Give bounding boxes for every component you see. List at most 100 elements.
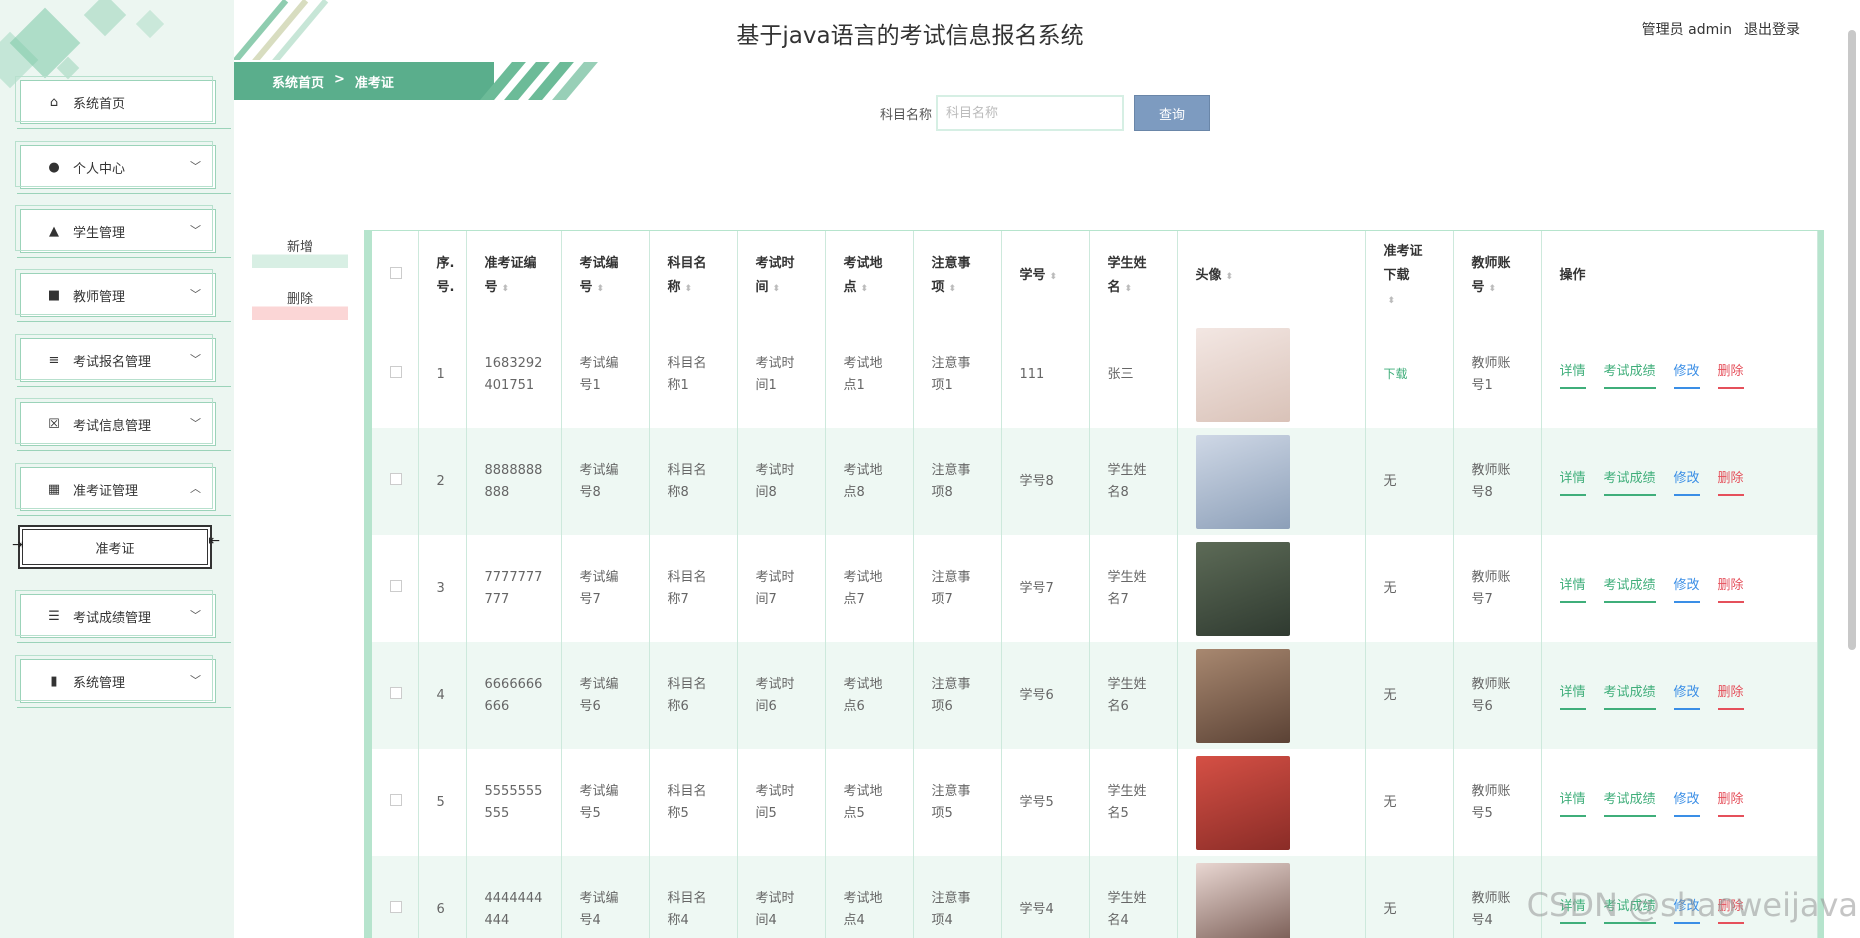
avatar bbox=[1195, 648, 1290, 743]
cell-notes: 注意事项5 bbox=[913, 749, 1002, 856]
sidebar-item-personal[interactable]: ● 个人中心 ﹀ bbox=[15, 141, 231, 194]
column-header[interactable]: 考试时间 ⬍ bbox=[737, 231, 826, 321]
edit-link[interactable]: 修改 bbox=[1673, 575, 1700, 603]
add-button[interactable]: 新增 bbox=[252, 238, 348, 268]
cell-subject: 科目名称8 bbox=[649, 428, 738, 535]
cell-avatar bbox=[1177, 428, 1366, 535]
detail-link[interactable]: 详情 bbox=[1559, 789, 1586, 817]
cell-avatar bbox=[1177, 856, 1366, 938]
sidebar-item-exam-registration[interactable]: ≡ 考试报名管理 ﹀ bbox=[15, 334, 231, 387]
row-checkbox[interactable] bbox=[390, 472, 402, 485]
cell-download: 无 bbox=[1365, 642, 1454, 749]
column-header[interactable]: 教师账号 ⬍ bbox=[1453, 231, 1542, 321]
sort-icon[interactable]: ⬍ bbox=[1388, 296, 1396, 306]
home-icon: ⌂ bbox=[49, 94, 59, 110]
column-header[interactable]: 准考证下载 ⬍ bbox=[1365, 231, 1454, 321]
exam-score-link[interactable]: 考试成绩 bbox=[1603, 468, 1656, 496]
cell-download: 无 bbox=[1365, 428, 1454, 535]
column-header[interactable]: 考试地点 ⬍ bbox=[825, 231, 914, 321]
table-row: 3 7777777777 考试编号7 科目名称7 考试时间7 考试地点7 注意事项7 学号7 学… bbox=[372, 535, 1818, 642]
row-checkbox[interactable] bbox=[390, 793, 402, 806]
edit-link[interactable]: 修改 bbox=[1673, 361, 1700, 389]
cell-teacher: 教师账号6 bbox=[1453, 642, 1542, 749]
avatar bbox=[1195, 755, 1290, 850]
sidebar-item-ticket-mgmt[interactable]: ▦ 准考证管理 ︿ bbox=[15, 463, 231, 516]
row-checkbox[interactable] bbox=[390, 900, 402, 913]
scrollbar[interactable] bbox=[1848, 30, 1856, 650]
column-header[interactable]: 注意事项 ⬍ bbox=[913, 231, 1002, 321]
sort-icon[interactable]: ⬍ bbox=[861, 284, 869, 294]
cell-avatar bbox=[1177, 749, 1366, 856]
sidebar: ⌂ 系统首页 ● 个人中心 ﹀ ▲ 学生管理 ﹀ ■ 教师管理 ﹀ ≡ 考试报名… bbox=[0, 0, 234, 938]
cell-subject: 科目名称5 bbox=[649, 749, 738, 856]
sidebar-item-exam-info[interactable]: ☒ 考试信息管理 ﹀ bbox=[15, 398, 231, 451]
select-all-checkbox[interactable] bbox=[390, 267, 402, 279]
cell-time: 考试时间5 bbox=[737, 749, 826, 856]
sort-icon[interactable]: ⬍ bbox=[949, 284, 957, 294]
edit-link[interactable]: 修改 bbox=[1673, 682, 1700, 710]
column-header[interactable]: 学生姓名 ⬍ bbox=[1089, 231, 1178, 321]
sidebar-item-teachers[interactable]: ■ 教师管理 ﹀ bbox=[15, 269, 231, 322]
sort-icon[interactable]: ⬍ bbox=[1226, 272, 1234, 282]
detail-link[interactable]: 详情 bbox=[1559, 361, 1586, 389]
edit-link[interactable]: 修改 bbox=[1673, 468, 1700, 496]
row-checkbox[interactable] bbox=[390, 365, 402, 378]
search-button[interactable]: 查询 bbox=[1134, 95, 1211, 131]
chevron-down-icon: ﹀ bbox=[190, 288, 201, 301]
column-header[interactable]: 考试编号 ⬍ bbox=[561, 231, 650, 321]
cell-teacher: 教师账号5 bbox=[1453, 749, 1542, 856]
column-header[interactable]: 科目名称 ⬍ bbox=[649, 231, 738, 321]
cell-time: 考试时间7 bbox=[737, 535, 826, 642]
sort-icon[interactable]: ⬍ bbox=[773, 284, 781, 294]
row-checkbox[interactable] bbox=[390, 579, 402, 592]
cell-actions: 详情 考试成绩 修改 删除 bbox=[1541, 749, 1818, 856]
cell-sname: 学生姓名4 bbox=[1089, 856, 1178, 938]
sidebar-subitem-label: 准考证 bbox=[95, 541, 135, 557]
download-none: 无 bbox=[1383, 901, 1397, 917]
sort-icon[interactable]: ⬍ bbox=[1050, 272, 1058, 282]
column-header[interactable]: 学号 ⬍ bbox=[1001, 231, 1090, 321]
delete-link[interactable]: 删除 bbox=[1717, 468, 1744, 496]
sidebar-item-home[interactable]: ⌂ 系统首页 bbox=[15, 76, 231, 129]
delete-link[interactable]: 删除 bbox=[1717, 789, 1744, 817]
sidebar-item-scores[interactable]: ☰ 考试成绩管理 ﹀ bbox=[15, 590, 231, 643]
sort-icon[interactable]: ⬍ bbox=[502, 284, 510, 294]
sort-icon[interactable]: ⬍ bbox=[685, 284, 693, 294]
exam-score-link[interactable]: 考试成绩 bbox=[1603, 789, 1656, 817]
row-checkbox-cell bbox=[372, 642, 419, 749]
sort-icon[interactable]: ⬍ bbox=[1489, 284, 1497, 294]
watermark: CSDN @shaoweijava bbox=[1526, 886, 1858, 924]
breadcrumb-home[interactable]: 系统首页 bbox=[272, 72, 324, 91]
search-bar: 科目名称 查询 bbox=[880, 95, 1211, 131]
row-checkbox[interactable] bbox=[390, 686, 402, 699]
sidebar-item-students[interactable]: ▲ 学生管理 ﹀ bbox=[15, 205, 231, 258]
detail-link[interactable]: 详情 bbox=[1559, 468, 1586, 496]
chevron-down-icon: ﹀ bbox=[190, 417, 201, 430]
exam-score-link[interactable]: 考试成绩 bbox=[1603, 682, 1656, 710]
exam-score-link[interactable]: 考试成绩 bbox=[1603, 575, 1656, 603]
delete-button[interactable]: 删除 bbox=[252, 290, 348, 320]
subject-search-input[interactable] bbox=[936, 95, 1125, 131]
search-label: 科目名称 bbox=[880, 107, 933, 123]
sort-icon[interactable]: ⬍ bbox=[1125, 284, 1133, 294]
detail-link[interactable]: 详情 bbox=[1559, 682, 1586, 710]
sidebar-subitem-ticket[interactable]: ⇥ 准考证 ⇤ bbox=[12, 525, 220, 569]
cell-no: 1 bbox=[418, 321, 467, 428]
delete-link[interactable]: 删除 bbox=[1717, 361, 1744, 389]
cell-avatar bbox=[1177, 321, 1366, 428]
table-row: 1 1683292401751 考试编号1 科目名称1 考试时间1 考试地点1 注意事项1 1… bbox=[372, 321, 1818, 428]
logout-link[interactable]: 退出登录 bbox=[1744, 19, 1800, 39]
delete-link[interactable]: 删除 bbox=[1717, 575, 1744, 603]
column-header[interactable]: 头像 ⬍ bbox=[1177, 231, 1366, 321]
delete-link[interactable]: 删除 bbox=[1717, 682, 1744, 710]
edit-link[interactable]: 修改 bbox=[1673, 789, 1700, 817]
cell-exam_no: 考试编号7 bbox=[561, 535, 650, 642]
cell-sid: 学号6 bbox=[1001, 642, 1090, 749]
exam-score-link[interactable]: 考试成绩 bbox=[1603, 361, 1656, 389]
column-header[interactable]: 准考证编号 ⬍ bbox=[466, 231, 562, 321]
sidebar-item-system[interactable]: ▮ 系统管理 ﹀ bbox=[15, 655, 231, 708]
briefcase-icon: ■ bbox=[47, 287, 61, 303]
sort-icon[interactable]: ⬍ bbox=[597, 284, 605, 294]
detail-link[interactable]: 详情 bbox=[1559, 575, 1586, 603]
download-link[interactable]: 下载 bbox=[1384, 367, 1408, 381]
